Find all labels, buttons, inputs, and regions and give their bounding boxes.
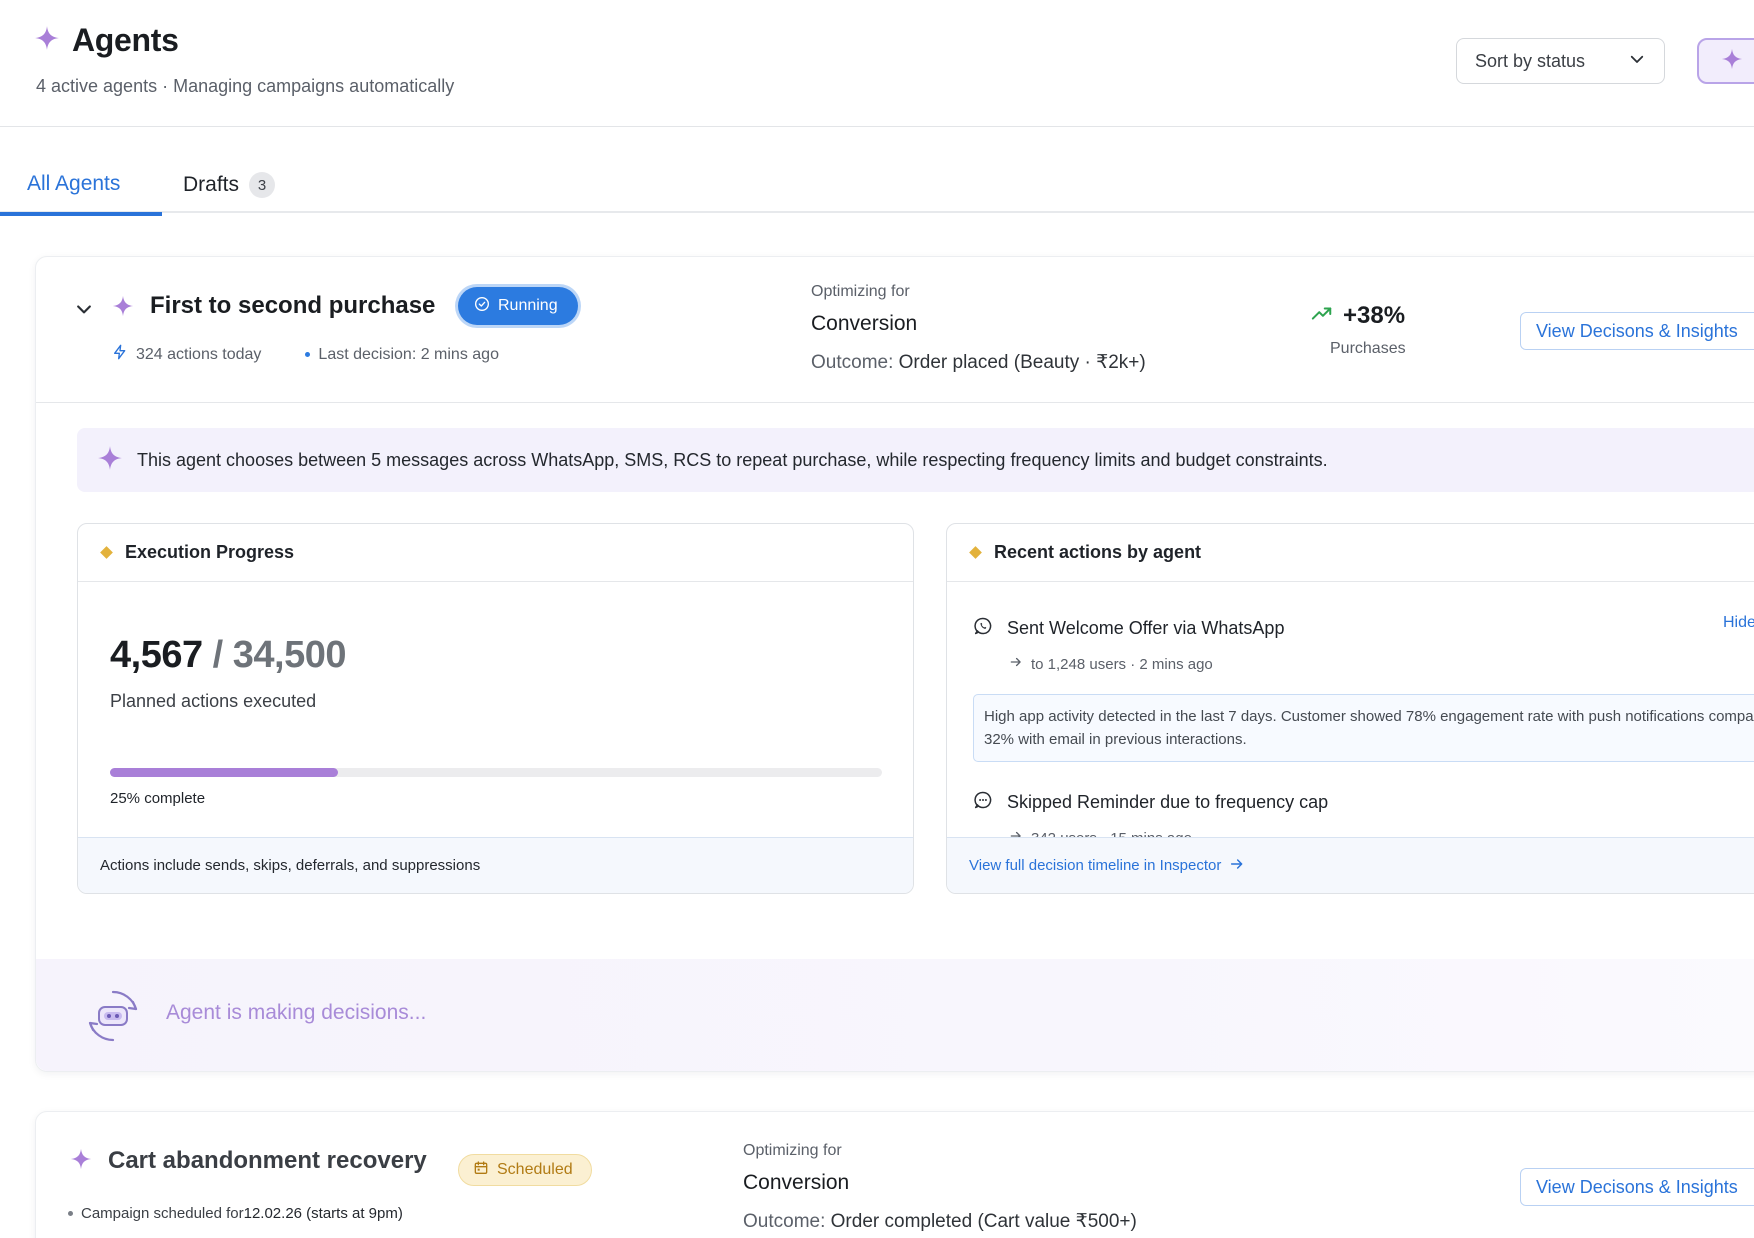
progress-fill [110,768,338,777]
robot-sync-icon [84,987,142,1050]
diamond-icon [969,546,982,559]
sort-dropdown[interactable]: Sort by status [1456,38,1665,84]
schedule-value: 12.02.26 (starts at 9pm) [243,1205,403,1222]
optimizing-value: Conversion [811,312,918,335]
sparkle-icon [112,295,134,322]
outcome-value: Order completed (Cart value ₹500+) [830,1211,1137,1232]
agent-meta: 324 actions today Last decision: 2 mins … [112,344,499,365]
trending-up-icon [1311,306,1333,327]
agent-name[interactable]: Cart abandonment recovery [108,1147,427,1175]
status-badge-label: Running [498,297,558,314]
count-separator: / [202,634,233,676]
agent-thinking-banner: Agent is making decisions... [36,959,1754,1071]
page-title-group: Agents [34,22,179,59]
metric-value: +38% [1343,302,1406,329]
optimizing-value: Conversion [743,1171,850,1194]
sparkle-icon [34,25,60,56]
decision-reason: High app activity detected in the last 7… [973,694,1754,762]
panel-title: Execution Progress [125,542,295,562]
tab-all-agents[interactable]: All Agents [0,172,163,216]
status-badge-label: Scheduled [497,1161,573,1178]
tab-label: All Agents [27,172,121,195]
metric: +38% [1311,302,1405,330]
arrow-right-icon [1229,856,1245,876]
panel-header: Execution Progress [78,524,913,582]
chevron-down-icon[interactable] [74,299,94,324]
list-item: Sent Welcome Offer via WhatsApp to 1,248… [973,616,1754,673]
sort-dropdown-label: Sort by status [1475,50,1586,71]
drafts-count-badge: 3 [249,172,276,198]
outcome: Outcome: Order placed (Beauty · ₹2k+) [811,351,1146,374]
inspector-link[interactable]: View full decision timeline in Inspector [947,837,1754,893]
inspector-link-label: View full decision timeline in Inspector [969,857,1222,874]
optimizing-label: Optimizing for [811,283,910,300]
status-badge: Scheduled [458,1154,592,1186]
execution-progress-panel: Execution Progress 4,567 / 34,500 Planne… [77,523,914,894]
planned-value: 34,500 [232,634,347,676]
panel-title: Recent actions by agent [994,542,1202,562]
progress-bar [110,768,882,777]
tab-label: Drafts [183,173,240,196]
lightning-icon [112,344,128,365]
agent-card-header: First to second purchase Running 324 act… [36,257,1754,403]
agent-thinking-text: Agent is making decisions... [166,1001,427,1024]
diamond-icon [100,546,113,559]
message-icon [973,790,993,815]
agent-card: Cart abandonment recovery Scheduled Camp… [35,1111,1754,1238]
calendar-icon [473,1160,489,1181]
arrow-right-icon [1009,655,1023,673]
recent-actions-panel: Recent actions by agent Sent Welcome Off… [946,523,1754,894]
optimizing-label: Optimizing for [743,1142,842,1159]
actions-today: 324 actions today [136,345,262,363]
bullet-dot [68,1211,73,1216]
whatsapp-icon [973,616,993,641]
view-decisions-button[interactable]: View Decisons & Insights [1520,312,1754,350]
sparkle-icon [70,1148,92,1175]
status-badge: Running [458,287,578,325]
agent-name[interactable]: First to second purchase [150,292,435,320]
outcome: Outcome: Order completed (Cart value ₹50… [743,1210,1137,1233]
tab-drafts[interactable]: Drafts 3 [183,172,276,198]
check-circle-icon [474,296,490,317]
agent-card: First to second purchase Running 324 act… [35,256,1754,1072]
view-decisions-button[interactable]: View Decisons & Insights [1520,1168,1754,1206]
page-title: Agents [72,22,179,58]
outcome-value: Order placed (Beauty · ₹2k+) [898,352,1146,373]
action-title: Skipped Reminder due to frequency cap [1007,792,1329,812]
page-subtitle: 4 active agents · Managing campaigns aut… [36,76,455,96]
panel-header: Recent actions by agent [947,524,1754,582]
sparkle-icon [1721,48,1743,75]
panel-footer: Actions include sends, skips, deferrals,… [78,837,913,893]
schedule-info: Campaign scheduled for 12.02.26 (starts … [68,1205,403,1222]
create-agent-button[interactable] [1697,38,1754,84]
progress-label: 25% complete [110,790,206,807]
agent-description-text: This agent chooses between 5 messages ac… [137,449,1328,470]
schedule-prefix: Campaign scheduled for [81,1205,244,1222]
action-title: Sent Welcome Offer via WhatsApp [1007,618,1285,638]
hide-why-link[interactable]: Hide w [1723,614,1754,632]
outcome-label: Outcome: [811,352,899,373]
page-header: Agents 4 active agents · Managing campai… [0,0,1754,127]
metric-label: Purchases [1330,340,1406,357]
sparkle-icon [97,445,123,476]
executed-value: 4,567 [110,634,203,676]
action-meta: to 1,248 users · 2 mins ago [1031,655,1213,673]
executed-count: 4,567 / 34,500 [110,634,347,677]
agent-description: This agent chooses between 5 messages ac… [77,428,1754,492]
status-dot [305,352,311,357]
executed-subtitle: Planned actions executed [110,691,317,711]
chevron-down-icon [1628,50,1646,73]
outcome-label: Outcome: [743,1211,831,1232]
last-decision: Last decision: 2 mins ago [318,345,499,363]
tab-bar: All Agents Drafts 3 [0,128,1754,216]
